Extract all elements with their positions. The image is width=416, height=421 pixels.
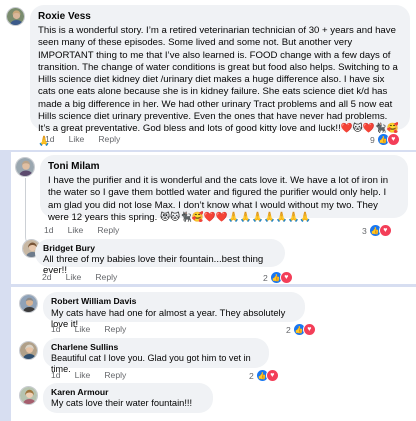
avatar[interactable]	[19, 386, 38, 405]
comment-author[interactable]: Toni Milam	[48, 161, 400, 172]
like-button[interactable]: Like	[75, 324, 91, 334]
love-reaction-icon: ♥	[378, 224, 392, 237]
reply-button[interactable]: Reply	[98, 134, 120, 144]
comment-bubble: Charlene Sullins Beautiful cat I love yo…	[43, 338, 269, 374]
avatar[interactable]	[19, 341, 38, 360]
avatar[interactable]	[6, 7, 25, 26]
love-reaction-icon: ♥	[302, 323, 316, 336]
reaction-summary[interactable]: 9 👍 ♥	[370, 133, 400, 146]
love-reaction-icon: ♥	[386, 133, 400, 146]
comment-time[interactable]: 1d	[44, 225, 54, 235]
comment-actions: 2d Like Reply	[42, 272, 117, 282]
reaction-summary[interactable]: 3 👍 ♥	[362, 224, 392, 237]
comment-time[interactable]: 2d	[42, 272, 52, 282]
comment-author[interactable]: Karen Armour	[51, 387, 205, 397]
comment-author[interactable]: Charlene Sullins	[51, 342, 261, 352]
reply-thread-line	[25, 178, 40, 247]
reaction-count: 2	[286, 324, 291, 335]
comment-author[interactable]: Robert William Davis	[51, 296, 297, 306]
comment-time[interactable]: 1d	[51, 324, 61, 334]
comment-author[interactable]: Bridget Bury	[43, 243, 277, 253]
comment-bubble: Roxie Vess This is a wonderful story. I’…	[30, 5, 410, 147]
comment-text: My cats love their water fountain!!!	[51, 398, 193, 408]
comment-card-3: Robert William Davis My cats have had on…	[11, 287, 416, 421]
comment-bubble: Bridget Bury All three of my babies love…	[35, 239, 285, 276]
comment-actions: 1d Like Reply	[44, 225, 119, 235]
reaction-summary[interactable]: 2 👍 ♥	[286, 323, 316, 336]
reaction-count: 2	[263, 272, 268, 283]
love-reaction-icon: ♥	[279, 271, 293, 284]
reaction-count: 9	[370, 134, 375, 145]
comment-bubble: Toni Milam I have the purifier and it is…	[40, 155, 408, 223]
comment-actions: 1d Like Reply	[45, 134, 120, 144]
reply-button[interactable]: Reply	[104, 370, 126, 380]
avatar[interactable]	[15, 157, 35, 177]
like-button[interactable]: Like	[69, 134, 85, 144]
like-button[interactable]: Like	[75, 370, 91, 380]
like-button[interactable]: Like	[68, 225, 84, 235]
comment-text: This is a wonderful story. I’m a retired…	[38, 25, 399, 147]
reaction-summary[interactable]: 2 👍 ♥	[249, 369, 279, 382]
reaction-count: 3	[362, 225, 367, 236]
reaction-summary[interactable]: 2 👍 ♥	[263, 271, 293, 284]
reaction-count: 2	[249, 370, 254, 381]
comment-time[interactable]: 1d	[51, 370, 61, 380]
comment-bubble: Robert William Davis My cats have had on…	[43, 292, 305, 329]
love-reaction-icon: ♥	[265, 369, 279, 382]
comment-author[interactable]: Roxie Vess	[38, 11, 402, 22]
comment-bubble: Karen Armour My cats love their water fo…	[43, 383, 213, 413]
comment-actions: 1d Like Reply	[51, 324, 126, 334]
reply-button[interactable]: Reply	[97, 225, 119, 235]
comment-text: I have the purifier and it is wonderful …	[48, 175, 389, 223]
comment-actions: 1d Like Reply	[51, 370, 126, 380]
avatar[interactable]	[19, 294, 38, 313]
comment-card-2: Toni Milam I have the purifier and it is…	[11, 152, 416, 284]
comment-time[interactable]: 1d	[45, 134, 55, 144]
reply-button[interactable]: Reply	[95, 272, 117, 282]
reply-button[interactable]: Reply	[104, 324, 126, 334]
like-button[interactable]: Like	[66, 272, 82, 282]
comment-card-1: Roxie Vess This is a wonderful story. I’…	[0, 0, 416, 150]
